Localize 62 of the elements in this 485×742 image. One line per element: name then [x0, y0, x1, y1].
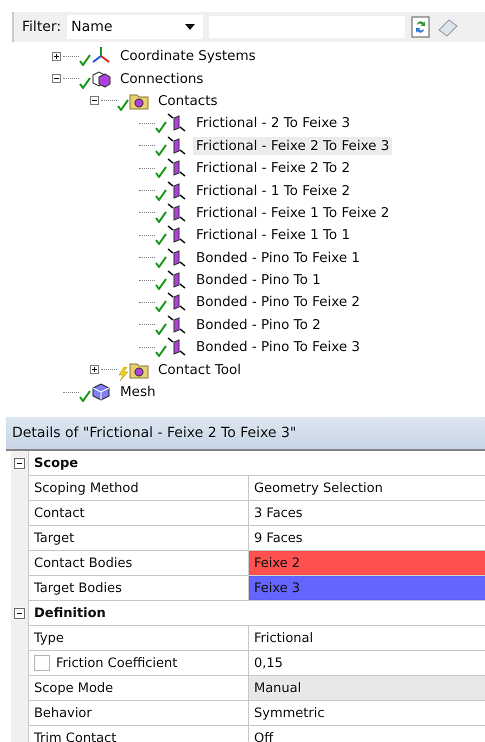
property-label: Type	[34, 630, 64, 646]
property-value[interactable]: Feixe 2	[248, 551, 485, 576]
tree-item[interactable]: Bonded - Pino To Feixe 3	[193, 338, 364, 356]
expander[interactable]	[52, 52, 61, 61]
contact-icon	[167, 314, 187, 335]
caret-icon	[185, 24, 196, 30]
property-value[interactable]: Geometry Selection	[248, 476, 485, 501]
folder-icon	[129, 360, 149, 379]
folder-icon	[129, 92, 149, 110]
property-label: Target Bodies	[34, 580, 122, 596]
collapse-toggle[interactable]	[14, 458, 25, 469]
checkbox[interactable]	[34, 655, 50, 671]
contact-icon	[167, 202, 187, 223]
filter-dropdown[interactable]: Name	[67, 15, 204, 39]
tree-item[interactable]: Connections	[117, 70, 206, 88]
expander[interactable]	[90, 96, 99, 106]
expander[interactable]	[90, 365, 99, 374]
contact-icon	[167, 248, 187, 268]
property-value[interactable]: Symmetric	[248, 701, 485, 726]
tree-item[interactable]: Bonded - Pino To 2	[193, 316, 324, 334]
tree-item[interactable]: Contact Tool	[155, 360, 244, 379]
property-label: Behavior	[34, 706, 92, 720]
tree-item[interactable]: Bonded - Pino To Feixe 2	[193, 293, 364, 312]
contact-icon	[167, 292, 187, 312]
refresh-icon[interactable]	[411, 16, 432, 38]
property-label: Trim Contact	[34, 730, 116, 742]
contact-icon	[167, 337, 187, 358]
property-value[interactable]: 3 Faces	[248, 501, 485, 526]
collapse-toggle[interactable]	[14, 608, 25, 619]
tree-item[interactable]: Frictional - 1 To Feixe 2	[193, 182, 354, 200]
property-label: Scoping Method	[34, 480, 139, 496]
filter-label: Filter:	[22, 19, 62, 35]
tree-item[interactable]: Mesh	[117, 383, 159, 402]
property-value[interactable]: Feixe 3	[248, 576, 485, 601]
tree-item[interactable]: Bonded - Pino To 1	[193, 271, 324, 290]
tree-item[interactable]: Bonded - Pino To Feixe 1	[193, 248, 364, 267]
contact-icon	[167, 270, 187, 290]
property-value[interactable]: Frictional	[248, 626, 485, 651]
property-label: Contact	[34, 506, 85, 520]
group-heading: Scope	[28, 451, 485, 476]
group-heading: Definition	[28, 601, 485, 626]
contact-icon	[167, 180, 187, 201]
tree-item[interactable]: Frictional - Feixe 2 To Feixe 3	[193, 136, 392, 155]
mesh-icon	[91, 383, 111, 402]
tree-item[interactable]: Frictional - Feixe 2 To 2	[193, 159, 354, 178]
tree-item[interactable]: Frictional - Feixe 1 To Feixe 2	[193, 204, 392, 222]
property-label: Contact Bodies	[34, 556, 132, 570]
property-value[interactable]: Off	[248, 726, 485, 742]
contact-icon	[167, 225, 187, 246]
expander[interactable]	[52, 74, 61, 84]
tree-item[interactable]: Coordinate Systems	[117, 47, 259, 66]
cubes-icon	[91, 70, 111, 88]
contact-icon	[167, 113, 187, 134]
property-label: Target	[34, 530, 74, 546]
property-label: Scope Mode	[34, 680, 114, 696]
contact-icon	[167, 158, 187, 178]
details-header: Details of "Frictional - Feixe 2 To Feixe 3"	[6, 417, 485, 451]
contact-icon	[167, 136, 187, 156]
tree-item[interactable]: Frictional - 2 To Feixe 3	[193, 114, 354, 132]
property-label: Friction Coefficient	[56, 656, 178, 670]
tree-item[interactable]: Contacts	[155, 92, 221, 110]
tree-item[interactable]: Frictional - Feixe 1 To 1	[193, 226, 354, 244]
